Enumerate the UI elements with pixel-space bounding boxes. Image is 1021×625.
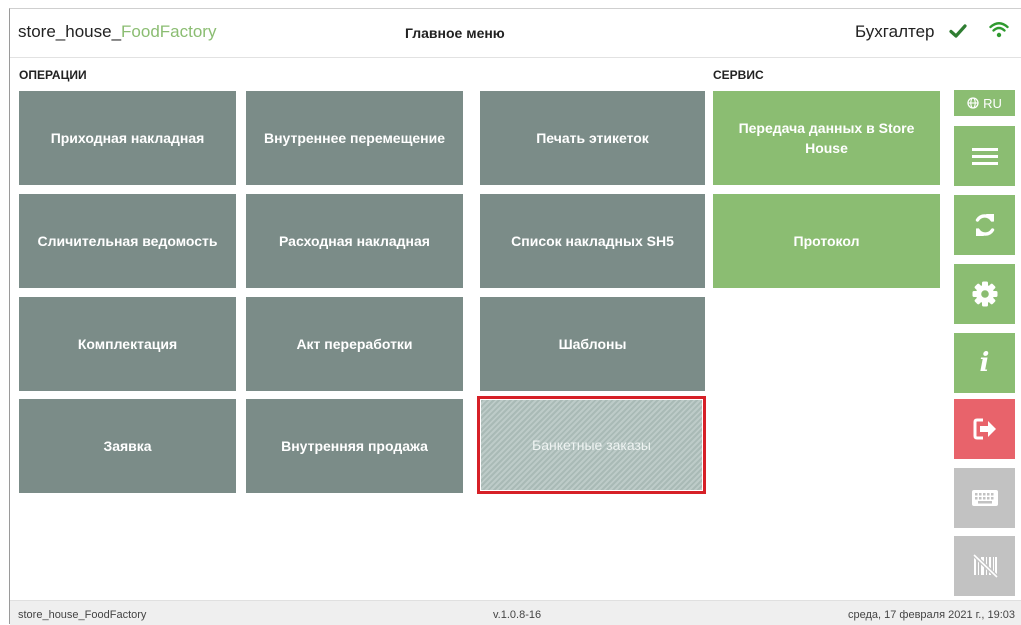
service-section-label: СЕРВИС (713, 68, 764, 82)
footer-version: v.1.0.8-16 (493, 609, 542, 621)
tile-templates[interactable]: Шаблоны (480, 297, 705, 391)
keyboard-button[interactable] (954, 468, 1015, 528)
app-title: store_house_FoodFactory (18, 22, 216, 42)
header: store_house_FoodFactory Главное меню Бух… (10, 9, 1021, 58)
menu-icon (971, 148, 998, 165)
tile-print-labels[interactable]: Печать этикеток (480, 91, 705, 185)
logout-button[interactable] (954, 399, 1015, 459)
tile-outgoing-invoice[interactable]: Расходная накладная (246, 194, 463, 288)
info-button[interactable]: i (954, 333, 1015, 393)
sign-out-icon (973, 418, 996, 440)
footer-app-name: store_house_FoodFactory (18, 609, 147, 621)
status-bar: store_house_FoodFactory v.1.0.8-16 среда… (10, 600, 1021, 625)
app-title-suffix: FoodFactory (121, 22, 217, 41)
menu-button[interactable] (954, 126, 1015, 186)
page-title: Главное меню (405, 25, 505, 41)
settings-button[interactable] (954, 264, 1015, 324)
tile-transfer-to-store-house[interactable]: Передача данных в Store House (713, 91, 940, 185)
footer-datetime: среда, 17 февраля 2021 г., 19:03 (847, 609, 1015, 621)
barcode-off-icon (972, 553, 998, 579)
sync-icon (975, 214, 994, 236)
tile-protocol[interactable]: Протокол (713, 194, 940, 288)
sync-button[interactable] (954, 195, 1015, 255)
tile-processing-act[interactable]: Акт переработки (246, 297, 463, 391)
language-label: RU (983, 95, 1002, 111)
tile-assembly[interactable]: Комплектация (19, 297, 236, 391)
gear-icon (972, 281, 997, 307)
check-icon (949, 24, 967, 38)
language-button[interactable]: RU (954, 90, 1015, 116)
tile-sh5-invoice-list[interactable]: Список накладных SH5 (480, 194, 705, 288)
tile-reconciliation-sheet[interactable]: Сличительная ведомость (19, 194, 236, 288)
tile-banquet-orders[interactable]: Банкетные заказы (481, 400, 702, 490)
tile-incoming-invoice[interactable]: Приходная накладная (19, 91, 236, 185)
globe-icon (967, 97, 979, 109)
user-name: Бухгалтер (855, 22, 935, 41)
tile-internal-sale[interactable]: Внутренняя продажа (246, 399, 463, 493)
barcode-button[interactable] (954, 536, 1015, 596)
app-title-prefix: store_house_ (18, 22, 122, 41)
keyboard-icon (971, 490, 998, 506)
operations-section-label: ОПЕРАЦИИ (19, 68, 87, 82)
info-icon: i (979, 348, 990, 378)
wifi-icon (989, 22, 1009, 38)
tile-request[interactable]: Заявка (19, 399, 236, 493)
tile-internal-transfer[interactable]: Внутреннее перемещение (246, 91, 463, 185)
